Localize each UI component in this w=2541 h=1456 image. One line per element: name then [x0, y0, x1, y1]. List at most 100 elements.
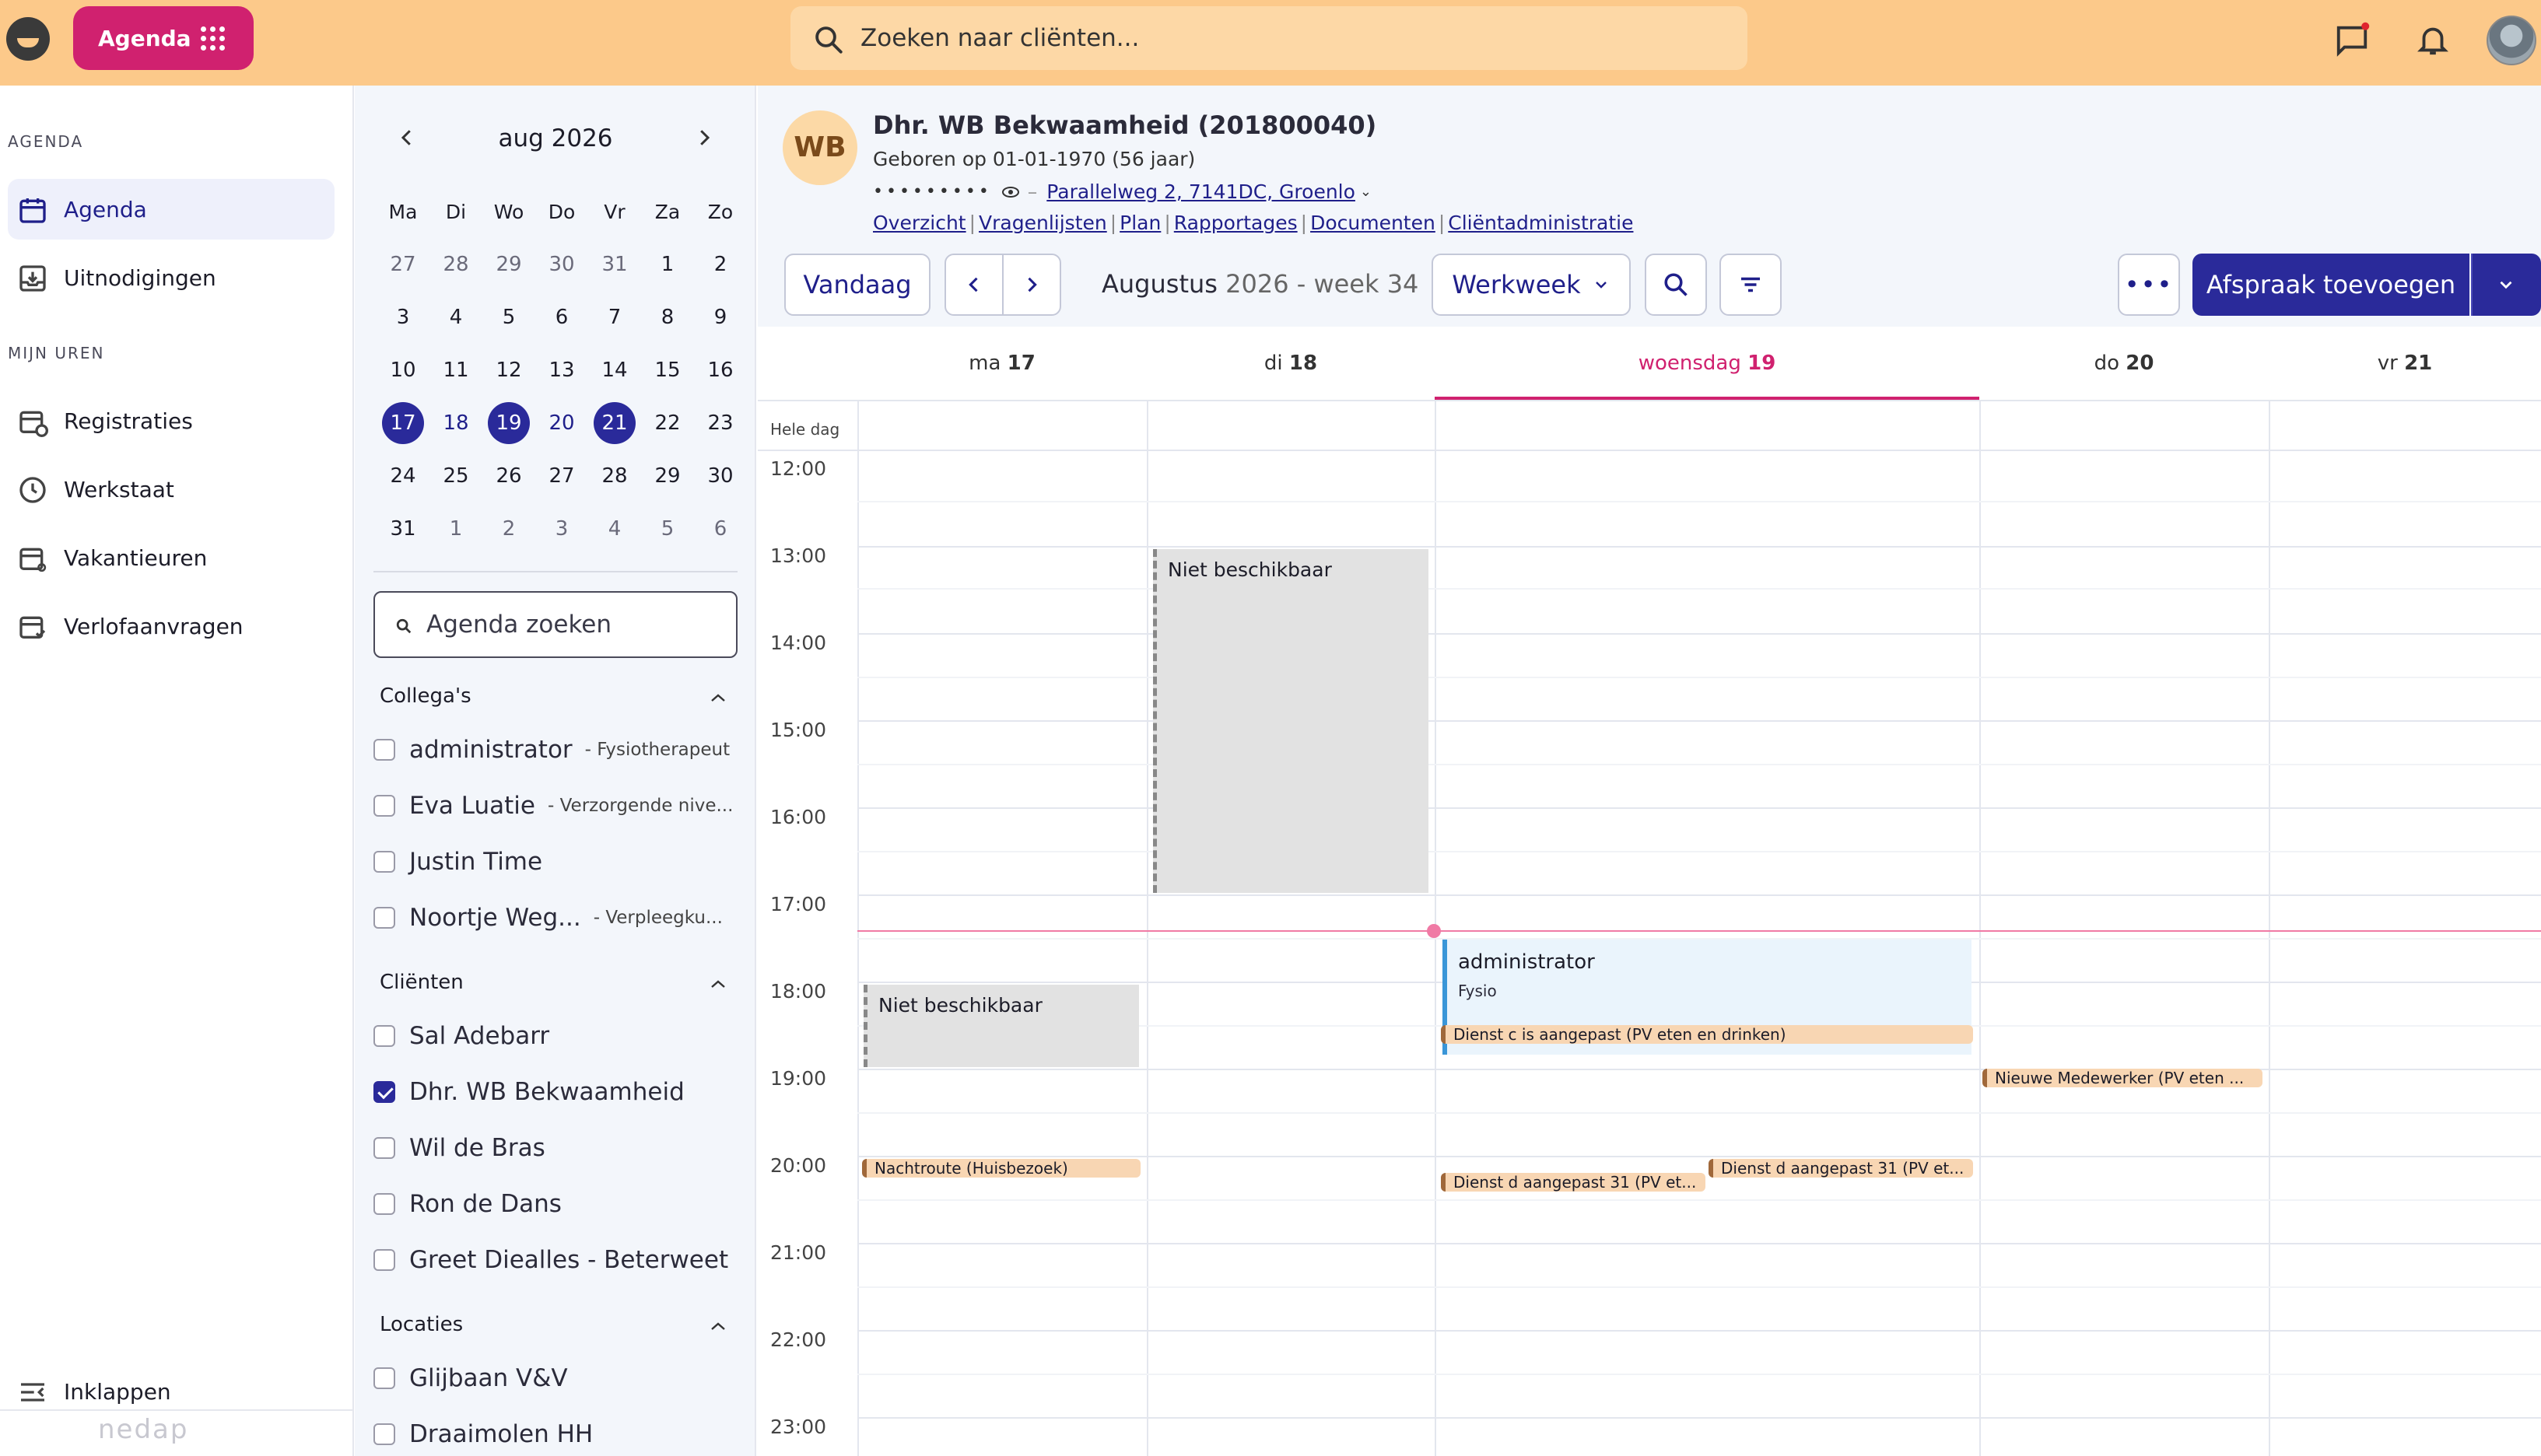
client-address-link[interactable]: Parallelweg 2, 7141DC, Groenlo	[1046, 180, 1355, 203]
prev-week-button[interactable]	[945, 254, 1004, 316]
day-cell[interactable]: 6	[535, 306, 588, 329]
day-cell[interactable]: 6	[694, 517, 747, 541]
checkbox[interactable]	[373, 1193, 395, 1215]
location-item[interactable]: Glijbaan V&V	[373, 1355, 739, 1402]
checkbox[interactable]	[373, 795, 395, 817]
app-switcher-button[interactable]: Agenda	[73, 6, 254, 70]
appointment-nieuwe-medewerker[interactable]: Nieuwe Medewerker (PV eten ...	[1982, 1069, 2262, 1087]
day-cell[interactable]: 18	[429, 411, 482, 435]
chevron-up-icon[interactable]	[710, 1321, 727, 1332]
link-overzicht[interactable]: Overzicht	[873, 212, 966, 234]
client-item[interactable]: Greet Diealles - Beterweet	[373, 1237, 739, 1283]
app-logo-icon[interactable]	[6, 17, 50, 61]
link-rapportages[interactable]: Rapportages	[1174, 212, 1298, 234]
messages-icon[interactable]	[2334, 22, 2370, 58]
user-avatar[interactable]	[2487, 16, 2536, 65]
nav-item-registraties[interactable]: Registraties	[8, 390, 335, 451]
day-cell[interactable]: 31	[588, 253, 641, 276]
nav-item-werkstaat[interactable]: Werkstaat	[8, 459, 335, 520]
day-cell[interactable]: 29	[482, 253, 535, 276]
day-cell[interactable]: 27	[535, 464, 588, 488]
day-cell[interactable]: 1	[641, 253, 694, 276]
day-cell[interactable]: 10	[377, 359, 429, 382]
day-cell[interactable]: 2	[694, 253, 747, 276]
appointment-dienst-c[interactable]: Dienst c is aangepast (PV eten en drinke…	[1441, 1025, 1973, 1044]
next-week-button[interactable]	[1002, 254, 1061, 316]
day-cell[interactable]: 4	[429, 306, 482, 329]
day-cell[interactable]: 30	[535, 253, 588, 276]
day-cell-selected[interactable]: 21	[588, 402, 641, 444]
colleagues-group-title[interactable]: Collega's	[380, 684, 471, 708]
agenda-search-input[interactable]: Agenda zoeken	[373, 591, 738, 658]
day-header-today[interactable]: woensdag 19	[1435, 327, 1979, 400]
appointment-nachtroute[interactable]: Nachtroute (Huisbezoek)	[862, 1159, 1141, 1178]
day-cell[interactable]: 27	[377, 253, 429, 276]
day-cell-selected[interactable]: 19	[482, 402, 535, 444]
day-header[interactable]: do 20	[1979, 327, 2269, 400]
day-header[interactable]: ma 17	[857, 327, 1147, 400]
next-month-icon[interactable]	[692, 126, 716, 149]
search-button[interactable]	[1645, 254, 1707, 316]
day-cell[interactable]: 28	[429, 253, 482, 276]
client-item[interactable]: Wil de Bras	[373, 1125, 739, 1171]
day-cell[interactable]: 22	[641, 411, 694, 435]
checkbox-checked[interactable]	[373, 1081, 395, 1103]
day-cell[interactable]: 1	[429, 517, 482, 541]
day-cell[interactable]: 29	[641, 464, 694, 488]
checkbox[interactable]	[373, 907, 395, 929]
add-appointment-dropdown[interactable]	[2471, 254, 2541, 316]
day-cell[interactable]: 5	[482, 306, 535, 329]
link-clientadministratie[interactable]: Cliëntadministratie	[1448, 212, 1633, 234]
locations-group-title[interactable]: Locaties	[380, 1313, 463, 1336]
day-cell[interactable]: 11	[429, 359, 482, 382]
day-header[interactable]: di 18	[1147, 327, 1435, 400]
day-cell[interactable]: 9	[694, 306, 747, 329]
link-vragenlijsten[interactable]: Vragenlijsten	[979, 212, 1107, 234]
day-cell[interactable]: 25	[429, 464, 482, 488]
view-select[interactable]: Werkweek	[1432, 254, 1631, 316]
checkbox[interactable]	[373, 1423, 395, 1445]
day-cell[interactable]: 12	[482, 359, 535, 382]
day-cell[interactable]: 28	[588, 464, 641, 488]
notifications-bell-icon[interactable]	[2415, 22, 2451, 58]
checkbox[interactable]	[373, 1249, 395, 1271]
colleague-item[interactable]: Eva Luatie - Verzorgende nive...	[373, 782, 739, 829]
checkbox[interactable]	[373, 1025, 395, 1047]
day-cell[interactable]: 23	[694, 411, 747, 435]
day-cell[interactable]: 30	[694, 464, 747, 488]
day-cell[interactable]: 14	[588, 359, 641, 382]
appointment-dienst-d[interactable]: Dienst d aangepast 31 (PV et...	[1709, 1159, 1973, 1178]
link-documenten[interactable]: Documenten	[1310, 212, 1435, 234]
chevron-down-icon[interactable]: ⌄	[1360, 184, 1372, 200]
clients-group-title[interactable]: Cliënten	[380, 971, 464, 994]
colleague-item[interactable]: Justin Time	[373, 838, 739, 885]
day-cell[interactable]: 3	[377, 306, 429, 329]
nav-item-verlofaanvragen[interactable]: Verlofaanvragen	[8, 596, 335, 656]
checkbox[interactable]	[373, 1367, 395, 1389]
checkbox[interactable]	[373, 739, 395, 761]
client-item[interactable]: Sal Adebarr	[373, 1013, 739, 1059]
link-plan[interactable]: Plan	[1120, 212, 1161, 234]
eye-icon[interactable]	[1001, 186, 1020, 198]
chevron-up-icon[interactable]	[710, 692, 727, 703]
day-cell[interactable]: 3	[535, 517, 588, 541]
colleague-item[interactable]: Noortje Weg... - Verpleegku...	[373, 894, 739, 941]
day-cell[interactable]: 16	[694, 359, 747, 382]
day-cell[interactable]: 5	[641, 517, 694, 541]
day-cell[interactable]: 15	[641, 359, 694, 382]
today-button[interactable]: Vandaag	[784, 254, 931, 316]
colleague-item[interactable]: administrator - Fysiotherapeut	[373, 726, 739, 773]
add-appointment-button[interactable]: Afspraak toevoegen	[2192, 254, 2469, 316]
day-cell[interactable]: 7	[588, 306, 641, 329]
filter-button[interactable]	[1719, 254, 1782, 316]
location-item[interactable]: Draaimolen HH	[373, 1411, 739, 1456]
client-item[interactable]: Dhr. WB Bekwaamheid	[373, 1069, 739, 1115]
checkbox[interactable]	[373, 851, 395, 873]
day-cell[interactable]: 20	[535, 411, 588, 435]
day-cell[interactable]: 4	[588, 517, 641, 541]
day-cell[interactable]: 24	[377, 464, 429, 488]
day-header[interactable]: vr 21	[2269, 327, 2541, 400]
unavailable-block[interactable]: Niet beschikbaar	[1153, 549, 1428, 893]
more-options-button[interactable]: •••	[2118, 254, 2180, 316]
nav-item-uitnodigingen[interactable]: Uitnodigingen	[8, 247, 335, 308]
